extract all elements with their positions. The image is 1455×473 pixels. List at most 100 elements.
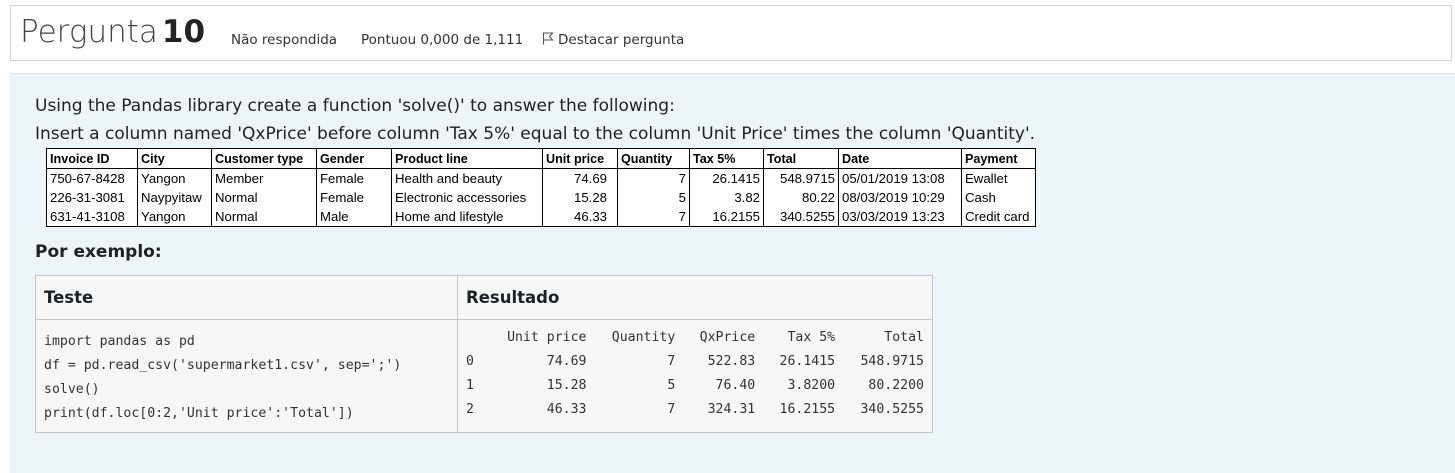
result-qxprice: 76.40 [715, 378, 756, 393]
result-row: 0 74.69 7 522.83 26.1415 548.9715 [466, 354, 924, 378]
result-row: 2 46.33 7 324.31 16.2155 340.5255 [466, 402, 924, 426]
flag-question-link[interactable]: Destacar pergunta [542, 32, 684, 49]
code-line: df = pd.read_csv('supermarket1.csv', sep… [44, 358, 402, 373]
cell-customer-type: Normal [211, 207, 317, 227]
cell-city: Naypyitaw [137, 188, 212, 207]
result-header-total: Total [884, 330, 924, 345]
test-code-cell: import pandas as pd df = pd.read_csv('su… [35, 319, 458, 433]
sample-data-row: 631-41-3108 Yangon Normal Male Home and … [46, 207, 1036, 227]
header-total: Total [763, 148, 839, 169]
cell-city: Yangon [137, 207, 212, 227]
cell-payment: Ewallet [961, 168, 1036, 188]
header-quantity: Quantity [617, 148, 690, 169]
header-customer-type: Customer type [211, 148, 317, 169]
header-payment: Payment [961, 148, 1036, 169]
result-header-row: Unit price Quantity QxPrice Tax 5% Total [466, 330, 924, 354]
header-invoice-id: Invoice ID [46, 148, 138, 169]
example-row: import pandas as pd df = pd.read_csv('su… [35, 319, 933, 433]
cell-total: 80.22 [763, 188, 839, 207]
header-tax: Tax 5% [689, 148, 764, 169]
cell-date: 05/01/2019 13:08 [838, 168, 962, 188]
result-index-header [466, 330, 499, 354]
cell-quantity: 5 [617, 188, 690, 207]
flag-question-label: Destacar pergunta [558, 32, 685, 48]
example-heading: Por exemplo: [35, 242, 162, 262]
header-gender: Gender [316, 148, 392, 169]
header-city: City [137, 148, 212, 169]
column-header-test: Teste [35, 275, 458, 320]
code-line: solve() [44, 382, 100, 397]
result-index: 2 [466, 402, 474, 417]
prompt-line-1: Using the Pandas library create a functi… [35, 96, 675, 116]
result-output-cell: Unit price Quantity QxPrice Tax 5% Total… [457, 319, 933, 433]
result-unit-price: 15.28 [546, 378, 587, 393]
code-line: import pandas as pd [44, 334, 195, 349]
result-tax: 26.1415 [779, 354, 836, 369]
result-tax: 16.2155 [779, 402, 836, 417]
prompt-line-2: Insert a column named 'QxPrice' before c… [35, 124, 1036, 144]
result-header-unit-price: Unit price [507, 330, 587, 345]
result-tax: 3.8200 [787, 378, 836, 393]
cell-tax: 16.2155 [689, 207, 764, 227]
result-unit-price: 74.69 [546, 354, 587, 369]
column-header-result: Resultado [457, 275, 933, 320]
cell-invoice-id: 631-41-3108 [46, 207, 138, 227]
header-date: Date [838, 148, 962, 169]
result-qxprice: 522.83 [707, 354, 756, 369]
code-line: print(df.loc[0:2,'Unit price':'Total']) [44, 406, 354, 421]
result-total: 80.2200 [868, 378, 924, 393]
header-product-line: Product line [391, 148, 543, 169]
example-test-table: Teste Resultado import pandas as pd df =… [35, 275, 933, 433]
cell-quantity: 7 [617, 207, 690, 227]
cell-gender: Female [316, 168, 392, 188]
cell-payment: Credit card [961, 207, 1036, 227]
question-status: Não respondida [231, 32, 338, 48]
result-total: 548.9715 [860, 354, 924, 369]
cell-payment: Cash [961, 188, 1036, 207]
example-header-row: Teste Resultado [35, 275, 933, 320]
question-info-header: Pergunta 10 Não respondida Pontuou 0,000 … [10, 5, 1452, 61]
result-header-tax: Tax 5% [787, 330, 836, 345]
cell-invoice-id: 750-67-8428 [46, 168, 138, 188]
cell-quantity: 7 [617, 168, 690, 188]
question-label: Pergunta [20, 14, 158, 50]
sample-data-table: Invoice ID City Customer type Gender Pro… [46, 148, 1036, 227]
cell-invoice-id: 226-31-3081 [46, 188, 138, 207]
flag-outline-icon [542, 32, 554, 49]
sample-data-row: 750-67-8428 Yangon Member Female Health … [46, 168, 1036, 188]
cell-city: Yangon [137, 168, 212, 188]
result-header-qxprice: QxPrice [699, 330, 756, 345]
question-text: Using the Pandas library create a functi… [35, 92, 1035, 148]
cell-product-line: Health and beauty [391, 168, 543, 188]
result-row: 1 15.28 5 76.40 3.8200 80.2200 [466, 378, 924, 402]
question-number: 10 [161, 14, 206, 50]
result-dataframe: Unit price Quantity QxPrice Tax 5% Total… [466, 330, 924, 426]
cell-total: 548.9715 [763, 168, 839, 188]
result-unit-price: 46.33 [546, 402, 587, 417]
question-score: Pontuou 0,000 de 1,111 [361, 32, 524, 48]
result-quantity: 5 [667, 378, 676, 393]
result-quantity: 7 [667, 354, 676, 369]
cell-customer-type: Member [211, 168, 317, 188]
question-title: Pergunta 10 [20, 14, 205, 50]
cell-gender: Female [316, 188, 392, 207]
result-header-quantity: Quantity [611, 330, 676, 345]
sample-data-row: 226-31-3081 Naypyitaw Normal Female Elec… [46, 188, 1036, 207]
cell-product-line: Electronic accessories [391, 188, 543, 207]
cell-gender: Male [316, 207, 392, 227]
cell-unit-price: 74.69 [542, 168, 618, 188]
result-total: 340.5255 [860, 402, 924, 417]
cell-tax: 3.82 [689, 188, 764, 207]
result-quantity: 7 [667, 402, 676, 417]
cell-unit-price: 46.33 [542, 207, 618, 227]
cell-date: 03/03/2019 13:23 [838, 207, 962, 227]
result-index: 1 [466, 378, 474, 393]
cell-product-line: Home and lifestyle [391, 207, 543, 227]
cell-customer-type: Normal [211, 188, 317, 207]
cell-total: 340.5255 [763, 207, 839, 227]
result-qxprice: 324.31 [707, 402, 756, 417]
result-index: 0 [466, 354, 474, 369]
cell-tax: 26.1415 [689, 168, 764, 188]
cell-date: 08/03/2019 10:29 [838, 188, 962, 207]
header-unit-price: Unit price [542, 148, 618, 169]
